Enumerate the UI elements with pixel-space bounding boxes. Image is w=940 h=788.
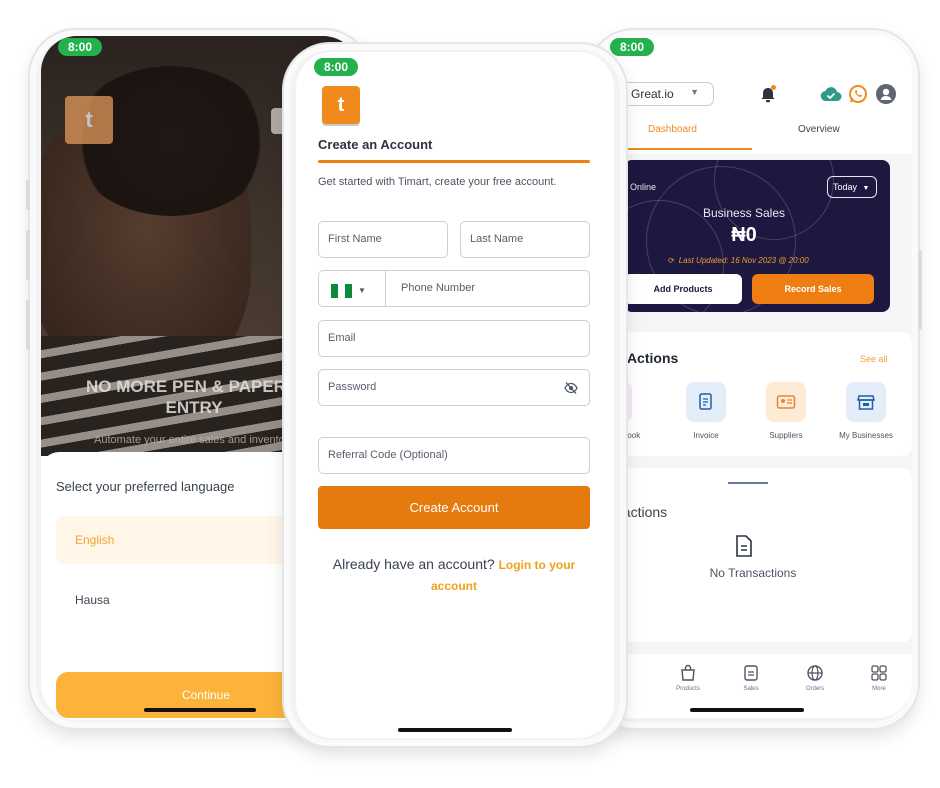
tab-overview[interactable]: Overview [798,124,840,135]
drag-handle[interactable] [728,482,768,484]
business-sales-title: Business Sales [702,206,786,220]
add-products-button[interactable]: Add Products [624,274,742,304]
referral-code-field[interactable]: Referral Code (Optional) [318,437,590,474]
quick-action-my-businesses[interactable]: My Businesses [831,382,901,440]
password-field[interactable]: Password [318,369,590,406]
create-account-button[interactable]: Create Account [318,486,590,529]
quick-action-invoice[interactable]: Invoice [671,382,741,440]
home-indicator [690,708,804,712]
business-sales-value: ₦0 [731,224,757,246]
eye-off-icon[interactable] [564,381,578,395]
business-name: Great.io [631,87,674,101]
transactions-card: nsactions No Transactions [594,468,912,642]
document-icon [736,535,752,557]
dashboard-screen: Great.io ▼ Dashboard Overview Online Tod… [594,36,912,718]
flag-stripe [338,283,345,298]
quick-actions-card: ck Actions See all Book Invoice Supplier… [594,332,912,456]
suppliers-icon [766,382,806,422]
app-logo: t [65,96,113,144]
app-logo: t [322,86,360,124]
password-placeholder: Password [328,381,377,393]
flag-stripe [345,283,352,298]
business-sales-card: Online Today ▼ Business Sales ₦0 ⟳ Last U… [624,160,890,312]
nigeria-flag-icon [331,283,338,298]
home-indicator [144,708,256,712]
quick-action-label: My Businesses [839,431,893,440]
caret-down-icon: ▼ [862,185,870,192]
store-icon [846,382,886,422]
first-name-field[interactable]: First Name [318,221,448,258]
period-select[interactable]: Today ▼ [827,176,877,198]
receipt-icon [744,665,758,681]
globe-icon [807,665,823,681]
user-avatar-icon[interactable] [876,84,896,104]
side-button [26,230,30,280]
side-button [918,250,922,330]
record-sales-button[interactable]: Record Sales [752,274,874,304]
language-sheet-title: Select your preferred language [56,479,235,494]
phone-center: t Create an Account Get started with Tim… [284,44,626,746]
phone-right: Great.io ▼ Dashboard Overview Online Tod… [588,30,922,728]
signup-screen: t Create an Account Get started with Tim… [296,52,614,738]
email-field[interactable]: Email [318,320,590,357]
see-all-link[interactable]: See all [860,354,888,364]
bag-icon [681,664,695,681]
nav-label: Products [676,686,700,692]
quick-action-label: Invoice [693,431,719,440]
status-time: 8:00 [314,58,359,76]
quick-action-label: Suppliers [769,431,803,440]
page-subtitle: Get started with Timart, create your fre… [318,176,557,188]
page-title: Create an Account [318,137,433,152]
period-label: Today [833,182,858,192]
last-updated-text: Last Updated: 16 Nov 2023 @ 20:00 [678,256,809,265]
chevron-down-icon: ▼ [690,87,699,97]
login-prompt-text: Already have an account? [332,556,495,572]
nav-label: Sales [743,686,759,692]
whatsapp-icon[interactable] [848,84,868,104]
business-select[interactable]: Great.io ▼ [616,82,714,106]
cloud-sync-icon[interactable] [820,86,842,102]
no-transactions-text: No Transactions [709,566,797,580]
quick-action-suppliers[interactable]: Suppliers [751,382,821,440]
active-tab-indicator [622,148,752,150]
nav-orders[interactable]: Orders [790,664,840,692]
nav-sales[interactable]: Sales [726,664,776,692]
last-updated: ⟳ Last Updated: 16 Nov 2023 @ 20:00 [668,256,809,265]
title-underline [318,160,590,163]
side-button [26,300,30,350]
status-time: 8:00 [58,38,103,56]
phone-number-field[interactable]: Phone Number [385,270,590,307]
nav-more[interactable]: More [854,664,904,692]
last-name-field[interactable]: Last Name [460,221,590,258]
login-prompt: Already have an account? Login to your a… [318,554,590,596]
online-status: Online [630,182,657,192]
tab-dashboard[interactable]: Dashboard [648,124,697,135]
nav-products[interactable]: Products [663,664,713,692]
status-time: 8:00 [610,38,655,56]
refresh-icon[interactable]: ⟳ [668,256,675,265]
nav-label: More [872,686,886,692]
invoice-icon [686,382,726,422]
caret-down-icon: ▼ [358,286,366,296]
nav-label: Orders [805,686,825,692]
side-button [26,180,30,210]
notification-dot [771,85,776,90]
grid-icon [871,665,887,681]
home-indicator [398,728,512,732]
country-code-select[interactable]: ▼ [318,270,386,307]
